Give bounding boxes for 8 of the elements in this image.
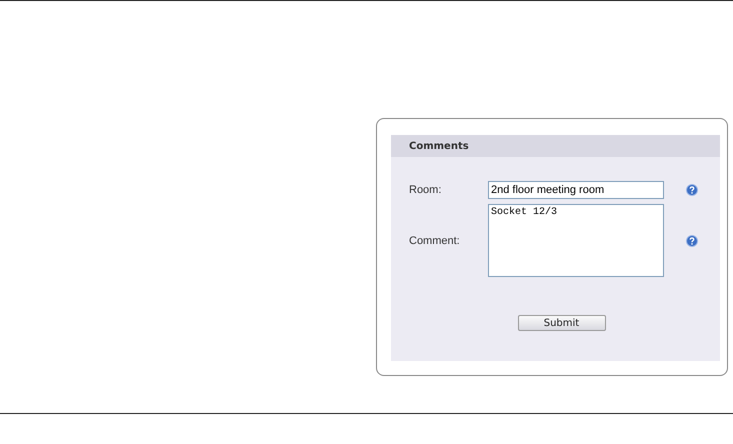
panel-title: Comments: [409, 140, 469, 152]
help-icon[interactable]: [686, 234, 698, 246]
comment-field[interactable]: Socket 12/3: [488, 204, 664, 277]
room-field[interactable]: 2nd floor meeting room: [488, 181, 664, 199]
field-label: Room:: [409, 184, 442, 196]
submit-button[interactable]: Submit: [518, 315, 606, 331]
help-icon[interactable]: [686, 184, 698, 196]
field-label: Comment:: [409, 234, 461, 246]
